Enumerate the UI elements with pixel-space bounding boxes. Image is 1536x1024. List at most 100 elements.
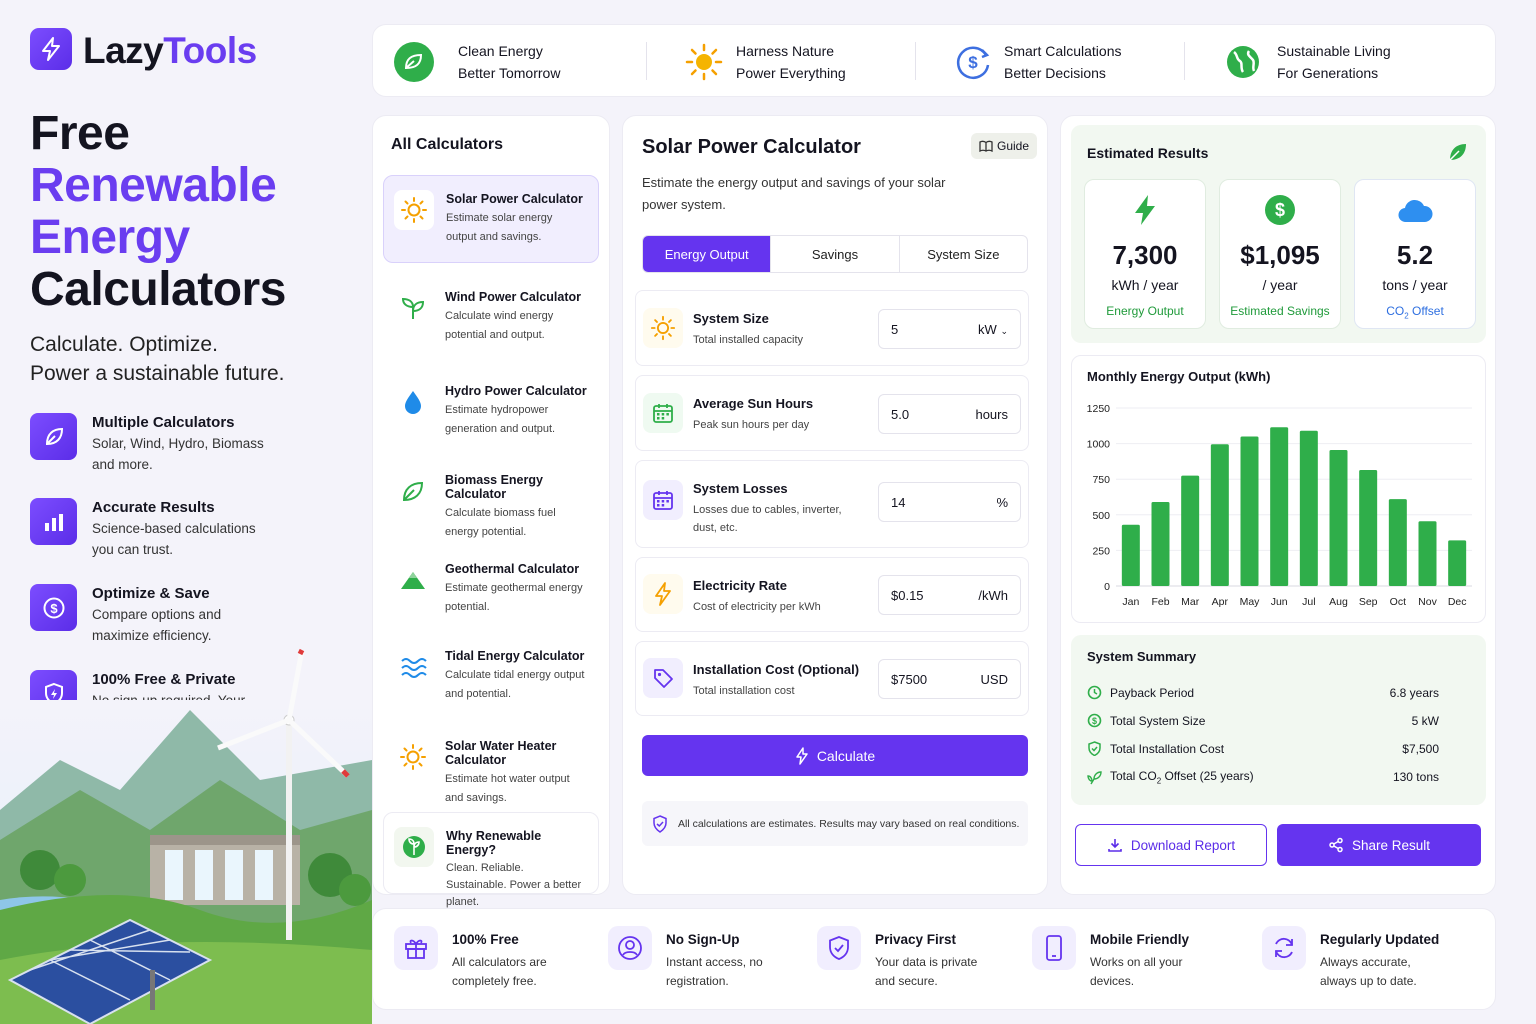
result-energy-output: 7,300 kWh / year Energy Output	[1084, 179, 1206, 329]
tab-energy-output[interactable]: Energy Output	[643, 236, 772, 272]
svg-text:$: $	[1092, 716, 1097, 726]
shield-check-icon	[653, 814, 667, 833]
sprout-icon	[393, 288, 433, 328]
sun-icon	[394, 190, 434, 230]
dollar-circle-icon: $	[1087, 713, 1102, 728]
bar-dec	[1448, 540, 1467, 586]
sidebar-item-wind-power[interactable]: Wind Power Calculator Calculate wind ener…	[383, 274, 599, 362]
page-title: Free Renewable Energy Calculators	[30, 107, 286, 316]
y-tick-label: 250	[1092, 545, 1110, 557]
footer-item-mobile: Mobile Friendly Works on all your devices…	[1032, 926, 1210, 991]
y-tick-label: 750	[1092, 474, 1110, 486]
sidebar-item-solar-water-heater[interactable]: Solar Water Heater Calculator Estimate ho…	[383, 723, 599, 811]
dollar-cycle-icon: $	[956, 46, 990, 79]
x-tick-label: Aug	[1329, 596, 1348, 608]
footer-item-no-signup: No Sign-Up Instant access, no registratio…	[608, 926, 786, 991]
tab-savings[interactable]: Savings	[771, 236, 900, 272]
cloud-icon	[1398, 199, 1433, 223]
share-result-button[interactable]: Share Result	[1277, 824, 1481, 866]
brand-name[interactable]: LazyTools	[83, 30, 257, 72]
footer-item-free: 100% Free All calculators are completely …	[394, 926, 572, 991]
disclaimer-note: All calculations are estimates. Results …	[642, 801, 1028, 846]
dollar-coin-icon: $	[30, 584, 77, 631]
gift-icon	[394, 926, 438, 970]
shield-check-icon	[817, 926, 861, 970]
x-tick-label: Jan	[1122, 596, 1139, 608]
logo-icon[interactable]	[30, 28, 72, 70]
monthly-output-bar-chart: 0 250 500 750 1000 1250 Jan Feb Mar Apr May Jun Jul A…	[1087, 403, 1472, 608]
bar-oct	[1388, 499, 1407, 586]
calendar-icon	[643, 393, 683, 433]
svg-text:$: $	[968, 53, 978, 72]
summary-row-payback: Payback Period 6.8 years	[1087, 685, 1439, 700]
results-title: Estimated Results	[1087, 145, 1209, 161]
tagline: Calculate. Optimize. Power a sustainable…	[30, 333, 285, 385]
sidebar-item-geothermal[interactable]: Geothermal Calculator Estimate geothermal…	[383, 546, 599, 634]
banner-item-clean-energy: Clean Energy Better Tomorrow	[392, 40, 560, 84]
field-average-sun-hours: Average Sun Hours Peak sun hours per day…	[635, 375, 1029, 451]
sidebar-item-tidal-energy[interactable]: Tidal Energy Calculator Calculate tidal e…	[383, 633, 599, 721]
sidebar-item-solar-power[interactable]: Solar Power Calculator Estimate solar ene…	[383, 175, 599, 263]
sidebar-item-hydro-power[interactable]: Hydro Power Calculator Estimate hydropowe…	[383, 368, 599, 456]
feature-multiple-calculators: Multiple Calculators Solar, Wind, Hydro, …	[30, 413, 350, 475]
installation-cost-input[interactable]: $7500 USD	[878, 659, 1021, 699]
bar-aug	[1329, 450, 1348, 586]
system-losses-input[interactable]: 14%	[878, 482, 1021, 522]
bar-mar	[1181, 475, 1200, 586]
clock-icon	[1087, 685, 1102, 700]
calendar-icon	[643, 480, 683, 520]
guide-button[interactable]: Guide	[971, 133, 1037, 159]
x-tick-label: Apr	[1212, 596, 1229, 608]
result-co2-offset: 5.2 tons / year CO2 Offset	[1354, 179, 1476, 329]
tab-system-size[interactable]: System Size	[900, 236, 1027, 272]
sidebar-item-biomass-energy[interactable]: Biomass Energy Calculator Calculate bioma…	[383, 457, 599, 545]
banner-item-sustainable-living: Sustainable Living For Generations	[1224, 40, 1391, 84]
field-system-size: System Size Total installed capacity 5 kW…	[635, 290, 1029, 366]
calculate-button[interactable]: Calculate	[642, 735, 1028, 776]
sun-icon	[643, 308, 683, 348]
svg-text:$: $	[50, 601, 58, 616]
electricity-rate-input[interactable]: $0.15/kWh	[878, 575, 1021, 615]
feature-optimize-save: $ Optimize & Save Compare options and max…	[30, 584, 350, 646]
bar-feb	[1151, 501, 1170, 586]
chart-title: Monthly Energy Output (kWh)	[1087, 369, 1271, 384]
bar-apr	[1210, 444, 1229, 586]
bar-jan	[1121, 524, 1140, 586]
book-icon	[979, 140, 993, 152]
lightning-icon	[1135, 195, 1155, 225]
calculator-title: Solar Power Calculator	[642, 136, 861, 158]
chevron-down-icon: ⌄	[1000, 325, 1008, 336]
lightning-icon	[796, 746, 808, 765]
system-size-select[interactable]: 5 kW ⌄	[878, 309, 1021, 349]
summary-row-installation-cost: Total Installation Cost $7,500	[1087, 741, 1439, 756]
x-tick-label: May	[1240, 596, 1261, 608]
renewable-landscape-illustration	[0, 648, 372, 1024]
water-drop-icon	[393, 382, 433, 422]
summary-row-co2-offset: Total CO2 Offset (25 years) 130 tons	[1087, 769, 1439, 785]
leaf-icon	[30, 413, 77, 460]
y-tick-label: 1000	[1087, 439, 1111, 451]
svg-text:$: $	[1275, 200, 1285, 220]
banner-item-smart-calculations: $ Smart Calculations Better Decisions	[952, 40, 1122, 84]
sun-icon	[393, 737, 433, 777]
sun-icon	[685, 43, 723, 81]
field-system-losses: System Losses Losses due to cables, inve…	[635, 460, 1029, 548]
sidebar-item-why-renewable[interactable]: Why Renewable Energy? Clean. Reliable. Su…	[383, 812, 599, 908]
x-tick-label: Mar	[1181, 596, 1200, 608]
download-icon	[1108, 839, 1122, 852]
lightning-icon	[643, 574, 683, 614]
feature-accurate-results: Accurate Results Science-based calculatio…	[30, 498, 350, 560]
banner-item-harness-nature: Harness Nature Power Everything	[683, 40, 846, 84]
calculator-tabs: Energy Output Savings System Size	[642, 235, 1028, 273]
bar-chart-icon	[30, 498, 77, 545]
bar-jul	[1299, 430, 1318, 586]
sun-hours-input[interactable]: 5.0 hours	[878, 394, 1021, 434]
footer-item-privacy: Privacy First Your data is private and se…	[817, 926, 995, 991]
x-tick-label: Jun	[1271, 596, 1288, 608]
dollar-coin-icon: $	[1265, 195, 1295, 225]
bar-sep	[1359, 469, 1378, 586]
x-tick-label: Oct	[1390, 596, 1406, 608]
x-tick-label: Feb	[1151, 596, 1169, 608]
download-report-button[interactable]: Download Report	[1075, 824, 1267, 866]
shield-check-icon	[1088, 741, 1101, 756]
